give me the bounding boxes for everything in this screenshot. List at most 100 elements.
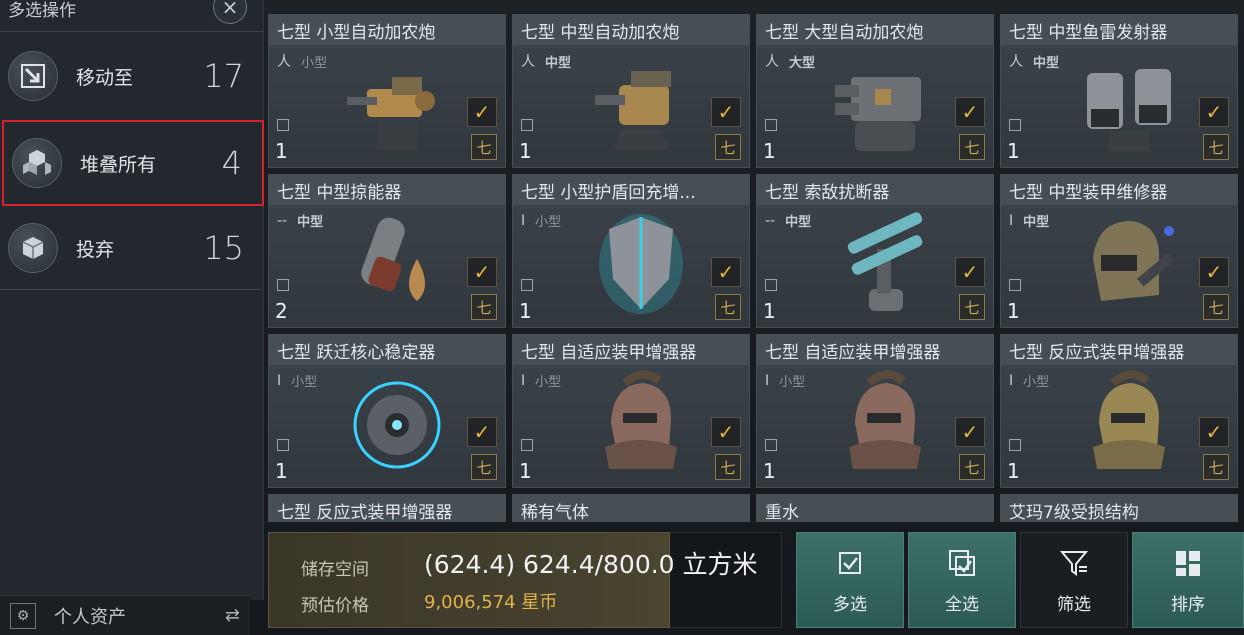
item-card[interactable]: 七型 大型自动加农炮 人 大型 1 ✓ 七 — [756, 14, 994, 168]
item-card[interactable]: 七型 中型装甲维修器 I 中型 1 ✓ 七 — [1000, 174, 1238, 328]
item-name: 七型 中型装甲维修器 — [1001, 175, 1237, 205]
personal-assets-label: 个人资产 — [54, 606, 126, 628]
jettison-action[interactable]: 投弃 15 — [0, 206, 264, 290]
multi-select-label: 多选 — [833, 594, 867, 615]
checkmark-icon[interactable]: ✓ — [955, 257, 985, 287]
size-label: 中型 — [1023, 215, 1050, 230]
tier-badge: 七 — [959, 134, 985, 160]
size-indicator: I 小型 — [765, 371, 806, 391]
item-card[interactable]: 七型 中型鱼雷发射器 人 中型 1 ✓ 七 — [1000, 14, 1238, 168]
checkmark-icon[interactable]: ✓ — [711, 257, 741, 287]
tier-badge: 七 — [959, 454, 985, 480]
sort-label: 排序 — [1171, 594, 1205, 615]
item-quantity: 1 — [763, 139, 776, 163]
item-card[interactable]: 七型 索敌扰断器 -- 中型 1 ✓ 七 — [756, 174, 994, 328]
item-card[interactable]: 稀有气体 — [512, 494, 750, 522]
item-grid: 七型 小型自动加农炮 人 小型 1 ✓ 七七型 中型自动加农炮 人 中型 1 ✓… — [268, 14, 1244, 522]
select-all-label: 全选 — [945, 594, 979, 615]
item-card[interactable]: 七型 自适应装甲增强器 I 小型 1 ✓ 七 — [512, 334, 750, 488]
size-label: 小型 — [1023, 375, 1050, 390]
size-icon: I — [765, 372, 770, 389]
checkmark-icon[interactable]: ✓ — [467, 97, 497, 127]
item-name: 七型 反应式装甲增强器 — [1001, 335, 1237, 365]
swap-icon[interactable]: ⇄ — [225, 605, 240, 626]
item-card[interactable]: 七型 中型掠能器 -- 中型 2 ✓ 七 — [268, 174, 506, 328]
tier-badge: 七 — [1203, 294, 1229, 320]
sort-button[interactable]: 排序 — [1132, 532, 1244, 628]
gun-large-icon — [835, 49, 935, 159]
quantity-icon — [765, 279, 777, 291]
quantity-icon — [277, 279, 289, 291]
multi-select-button[interactable]: 多选 — [796, 532, 904, 628]
item-quantity: 1 — [519, 459, 532, 483]
size-icon: I — [1009, 212, 1014, 229]
item-quantity: 2 — [275, 299, 288, 323]
item-card[interactable]: 七型 跃迁核心稳定器 I 小型 1 ✓ 七 — [268, 334, 506, 488]
close-icon[interactable]: × — [213, 0, 247, 24]
item-card[interactable]: 重水 — [756, 494, 994, 522]
torpedo-icon — [1079, 49, 1179, 159]
tier-badge: 七 — [959, 294, 985, 320]
filter-label: 筛选 — [1057, 594, 1091, 615]
item-quantity: 1 — [275, 459, 288, 483]
filter-button[interactable]: 筛选 — [1020, 532, 1128, 628]
divider — [0, 289, 262, 290]
panel-header: 多选操作 × — [0, 0, 263, 32]
size-label: 中型 — [1033, 55, 1060, 71]
stack-all-action[interactable]: 堆叠所有 4 — [2, 120, 264, 206]
filter-icon — [1057, 546, 1091, 580]
size-label: 大型 — [789, 55, 816, 71]
size-label: 小型 — [779, 375, 806, 390]
gun-small-icon — [347, 49, 447, 159]
size-icon: I — [521, 372, 526, 389]
size-label: 小型 — [291, 375, 318, 390]
personal-assets-bar[interactable]: ⚙ 个人资产 ⇄ — [0, 595, 250, 635]
item-card[interactable]: 七型 小型护盾回充增... I 小型 1 ✓ 七 — [512, 174, 750, 328]
panel-title: 多选操作 — [8, 1, 76, 21]
item-card[interactable]: 七型 反应式装甲增强器 I 小型 1 ✓ 七 — [1000, 334, 1238, 488]
item-quantity: 1 — [519, 139, 532, 163]
size-indicator: I 小型 — [1009, 371, 1050, 391]
checkmark-icon[interactable]: ✓ — [1199, 417, 1229, 447]
item-quantity: 1 — [1007, 139, 1020, 163]
item-card[interactable]: 七型 自适应装甲增强器 I 小型 1 ✓ 七 — [756, 334, 994, 488]
checkmark-icon[interactable]: ✓ — [1199, 97, 1229, 127]
gun-medium-icon — [591, 49, 691, 159]
item-card[interactable]: 七型 反应式装甲增强器 — [268, 494, 506, 522]
checkmark-icon[interactable]: ✓ — [711, 97, 741, 127]
item-card[interactable]: 七型 中型自动加农炮 人 中型 1 ✓ 七 — [512, 14, 750, 168]
quantity-icon — [1009, 439, 1021, 451]
checkmark-icon[interactable]: ✓ — [467, 257, 497, 287]
gear-icon[interactable]: ⚙ — [10, 602, 36, 629]
item-name: 艾玛7级受损结构 — [1001, 495, 1237, 522]
size-label: 小型 — [535, 375, 562, 390]
checkmark-icon[interactable]: ✓ — [711, 417, 741, 447]
multi-select-panel: 多选操作 × 移动至 17 堆叠所有 4 投弃 15 — [0, 0, 264, 600]
checkmark-icon[interactable]: ✓ — [955, 417, 985, 447]
item-card[interactable]: 七型 小型自动加农炮 人 小型 1 ✓ 七 — [268, 14, 506, 168]
quantity-icon — [521, 119, 533, 131]
item-name: 七型 小型自动加农炮 — [269, 15, 505, 45]
checkmark-icon[interactable]: ✓ — [955, 97, 985, 127]
stack-all-label: 堆叠所有 — [80, 153, 157, 176]
quantity-icon — [1009, 119, 1021, 131]
size-indicator: -- 中型 — [277, 211, 323, 231]
size-indicator: 人 小型 — [277, 51, 327, 71]
quantity-icon — [521, 439, 533, 451]
select-all-icon — [945, 546, 979, 580]
select-all-button[interactable]: 全选 — [908, 532, 1016, 628]
item-quantity: 1 — [763, 459, 776, 483]
size-indicator: 人 大型 — [765, 51, 815, 71]
item-card[interactable]: 艾玛7级受损结构 — [1000, 494, 1238, 522]
move-to-action[interactable]: 移动至 17 — [0, 34, 264, 118]
checkmark-icon[interactable]: ✓ — [467, 417, 497, 447]
size-icon: -- — [277, 212, 288, 229]
checkmark-icon[interactable]: ✓ — [1199, 257, 1229, 287]
size-icon: 人 — [1009, 54, 1023, 70]
armor-red-icon — [591, 369, 691, 479]
core-icon — [347, 369, 447, 479]
quantity-icon — [765, 119, 777, 131]
move-to-count: 17 — [203, 57, 244, 95]
estimated-price: 9,006,574 星币 — [424, 592, 558, 613]
tier-badge: 七 — [715, 134, 741, 160]
